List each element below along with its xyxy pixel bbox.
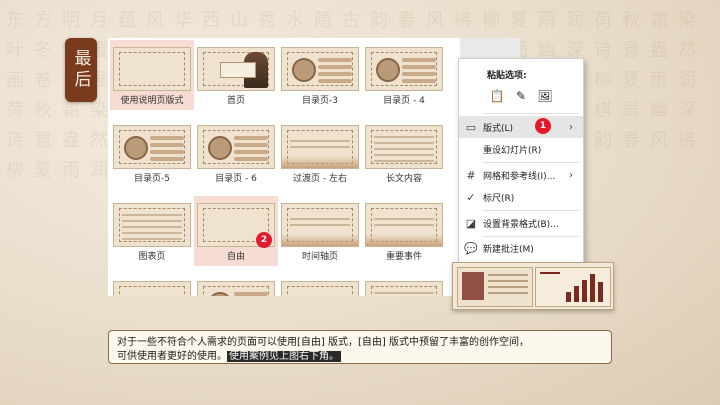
layout-label: 图表页: [138, 252, 166, 262]
example-slide-1: [457, 267, 533, 307]
layout-preview: [113, 203, 191, 247]
layout-thumbnail[interactable]: 过渡页 - 左右: [278, 118, 362, 188]
layout-thumbnail[interactable]: 图表页: [110, 196, 194, 266]
layout-label: 首页: [226, 96, 245, 106]
layout-label: 目录页 - 6: [215, 174, 257, 184]
layout-gallery: 使用说明页版式 首页 目录页-3 目录页 - 4 目录页-5 目录页 - 6 过渡页 - 左…: [108, 38, 460, 296]
chevron-right-icon: ›: [569, 169, 573, 181]
layout-thumbnail[interactable]: 时间轴页: [278, 196, 362, 266]
layout-thumbnail[interactable]: 重要事件: [362, 196, 446, 266]
layout-label: 重要事件: [385, 252, 422, 262]
paste-format-icon[interactable]: ✎: [513, 87, 529, 105]
layout-preview: [365, 281, 443, 296]
step-badge-1: 1: [535, 118, 551, 134]
layout-thumbnail[interactable]: [278, 274, 362, 296]
layout-preview: [197, 281, 275, 296]
menu-item-grid-guides[interactable]: # 网格和参考线(I)... ›: [459, 164, 583, 186]
layout-preview: [281, 125, 359, 169]
step-badge-2: 2: [256, 232, 272, 248]
menu-separator: [483, 162, 579, 163]
layout-preview: [113, 281, 191, 296]
menu-separator: [483, 113, 579, 114]
layout-label: 目录页-3: [302, 96, 338, 106]
layout-preview: [197, 125, 275, 169]
example-preview: [452, 262, 614, 310]
layout-thumbnail[interactable]: 目录页 - 4: [362, 40, 446, 110]
paste-options-header: 粘贴选项:: [487, 71, 527, 81]
layout-thumbnail[interactable]: 目录页-3: [278, 40, 362, 110]
paste-picture-icon[interactable]: 🖼: [537, 87, 553, 105]
layout-thumbnail[interactable]: 首页: [194, 40, 278, 110]
check-icon: ✓: [466, 190, 476, 204]
menu-item-reset-slide[interactable]: 重设幻灯片(R): [459, 138, 583, 160]
layout-icon: ▭: [465, 120, 477, 134]
comment-icon: 💬: [464, 241, 478, 255]
paste-keep-icon[interactable]: 📋: [489, 87, 505, 105]
layout-thumbnail[interactable]: 长文内容: [362, 118, 446, 188]
layout-thumbnail[interactable]: 目录页 - 6: [194, 118, 278, 188]
layout-thumbnail[interactable]: [110, 274, 194, 296]
layout-preview: [365, 47, 443, 91]
example-slide-2: [535, 267, 611, 307]
layout-thumbnail[interactable]: [194, 274, 278, 296]
section-tag: 最后: [65, 38, 97, 102]
layout-thumbnail[interactable]: [362, 274, 446, 296]
layout-label: 目录页 - 4: [383, 96, 425, 106]
layout-thumbnail[interactable]: 目录页-5: [110, 118, 194, 188]
layout-preview: [365, 125, 443, 169]
layout-label: 过渡页 - 左右: [293, 174, 347, 184]
paste-options: 📋 ✎ 🖼: [489, 87, 553, 105]
layout-preview: [281, 203, 359, 247]
menu-item-ruler[interactable]: ✓ 标尺(R): [459, 186, 583, 208]
layout-label: 长文内容: [385, 174, 422, 184]
grid-icon: #: [466, 168, 476, 182]
chevron-right-icon: ›: [569, 121, 573, 133]
layout-preview: [281, 281, 359, 296]
layout-preview: [113, 47, 191, 91]
menu-separator: [483, 210, 579, 211]
layout-preview: [365, 203, 443, 247]
layout-preview: [113, 125, 191, 169]
instruction-caption: 对于一些不符合个人需求的页面可以使用[自由] 版式，[自由] 版式中预留了丰富的…: [108, 330, 612, 364]
menu-item-layout[interactable]: ▭ 版式(L) ›: [459, 116, 583, 138]
layout-thumbnail[interactable]: 使用说明页版式: [110, 40, 194, 110]
background-format-icon: ◪: [465, 216, 477, 230]
layout-label: 使用说明页版式: [120, 96, 184, 106]
layout-label: 时间轴页: [301, 252, 338, 262]
layout-label: 目录页-5: [134, 174, 170, 184]
menu-item-new-comment[interactable]: 💬 新建批注(M): [459, 237, 583, 259]
layout-preview: [281, 47, 359, 91]
layout-thumbnail[interactable]: 自由: [194, 196, 278, 266]
menu-item-background-format[interactable]: ◪ 设置背景格式(B)...: [459, 212, 583, 234]
layout-preview: [197, 47, 275, 91]
highlight-text: 使用案例见上图右下角。: [227, 351, 341, 362]
layout-label: 自由: [226, 252, 245, 262]
context-menu: 粘贴选项: 📋 ✎ 🖼 ▭ 版式(L) › 重设幻灯片(R) # 网格和参考线(…: [458, 58, 584, 264]
